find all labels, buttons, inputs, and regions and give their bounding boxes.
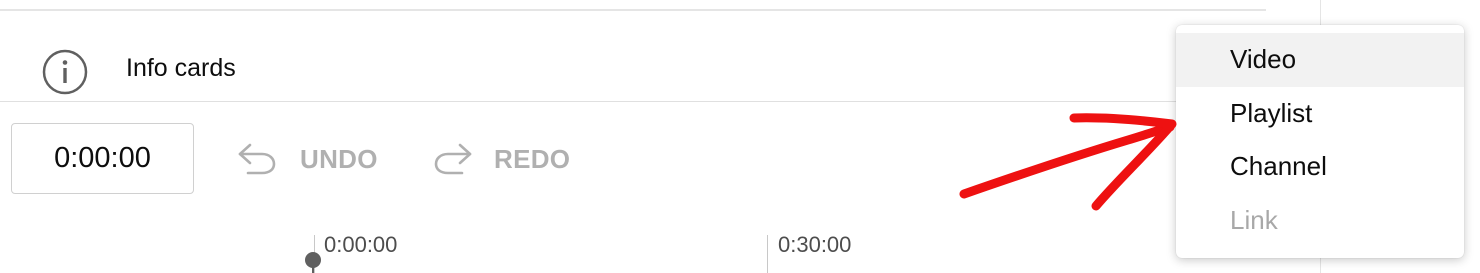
info-icon [41,48,89,96]
info-cards-label: Info cards [126,54,236,82]
row-divider [0,101,1320,102]
menu-item-video[interactable]: Video [1176,33,1464,87]
timeline-ruler[interactable]: 0:00:00 0:30:00 [0,230,1320,273]
timeline-tick-label: 0:00:00 [324,232,398,257]
menu-item-playlist[interactable]: Playlist [1176,87,1464,141]
top-divider [0,9,1266,11]
undo-button[interactable]: UNDO [236,130,378,188]
info-cards-row[interactable]: Info cards [0,40,1320,100]
undo-icon [238,143,276,175]
menu-item-link: Link [1230,204,1278,235]
redo-label: REDO [494,143,571,174]
current-time-input[interactable]: 0:00:00 [11,123,194,194]
undo-label: UNDO [300,143,378,174]
redo-icon [434,143,472,175]
menu-item-channel[interactable]: Channel [1176,140,1464,194]
playhead-handle[interactable] [305,252,321,268]
redo-button[interactable]: REDO [430,130,570,188]
add-card-menu: Video Playlist Channel Link [1176,25,1464,258]
timeline-tick-label: 0:30:00 [778,232,852,257]
timeline-tick [767,235,768,273]
